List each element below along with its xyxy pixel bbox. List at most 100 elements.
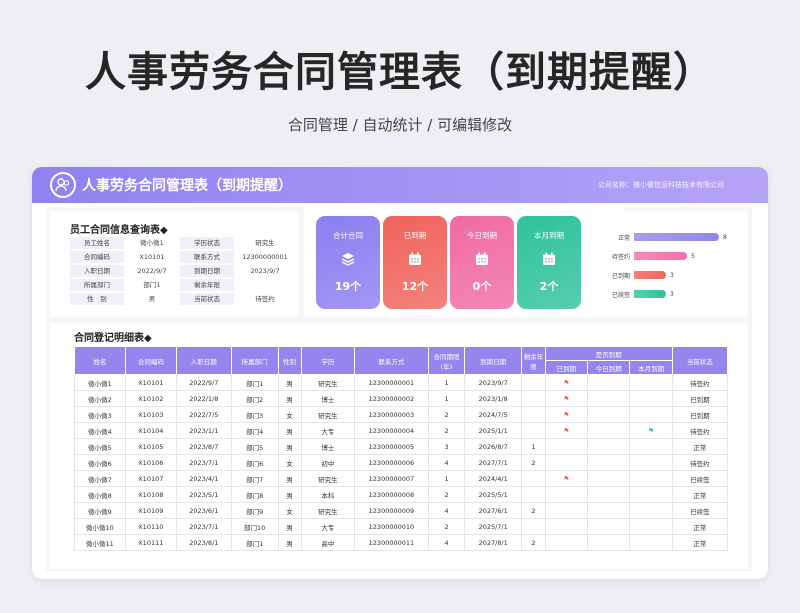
flag-icon: ⚑	[563, 378, 570, 387]
table-cell	[521, 486, 546, 503]
table-cell: 研究生	[300, 502, 355, 519]
table-header: 姓名	[74, 346, 126, 375]
table-cell	[586, 406, 631, 423]
kpi-label: 今日到期	[467, 231, 497, 240]
table-cell	[586, 502, 631, 519]
query-value: 微小微1	[140, 239, 164, 247]
table-cell: 微小微5	[74, 438, 126, 455]
table-cell	[586, 534, 631, 551]
table-cell: 微小微3	[74, 406, 126, 423]
status-bar-label: 待签约	[611, 253, 630, 261]
calendar-icon	[383, 251, 447, 270]
table-cell: 男	[277, 470, 302, 487]
table-cell: 部门1	[230, 374, 279, 391]
kpi-value: 19个	[334, 280, 362, 293]
table-cell	[629, 502, 673, 519]
query-label: 入职日期	[70, 265, 124, 277]
table-cell: 2025/5/1	[464, 486, 523, 503]
table-row: 微小微3 X10103 2022/7/5 部门3 女研究生 12300000003 2 202…	[74, 406, 729, 423]
table-header: 学历	[300, 346, 355, 375]
query-value	[234, 279, 296, 291]
kpi-label: 合计合同	[333, 231, 363, 240]
table-cell	[521, 390, 546, 407]
dashboard-header: 人事劳务合同管理表（到期提醒） 公司名称：微小微信息科技技术有限公司	[32, 167, 768, 203]
table-cell: 2023/7/1	[175, 518, 232, 535]
table-cell: X10111	[124, 534, 177, 551]
table-cell: 1	[521, 438, 546, 455]
table-cell: 男	[277, 438, 302, 455]
table-cell	[629, 454, 673, 471]
table-cell: 已到期	[671, 406, 729, 423]
flag-icon: ⚑	[563, 474, 570, 483]
table-cell	[586, 486, 631, 503]
table-cell: 2025/7/1	[464, 518, 523, 535]
table-cell: 12300000005	[353, 438, 430, 455]
query-label: 学历状态	[180, 237, 234, 249]
table-cell: 12300000003	[353, 406, 430, 423]
calendar-icon	[517, 251, 581, 270]
table-row: 微小微11 X10111 2023/8/1 部门1 男高中 12300000011 4 202…	[74, 534, 729, 551]
table-cell	[544, 438, 588, 455]
query-panel: 员工合同信息查询表◆ 员工姓名 微小微1 学历状态 研究生 合同编码 X10101 联系方式…	[50, 211, 298, 317]
table-cell	[586, 438, 631, 455]
table-cell	[629, 486, 673, 503]
query-grid: 员工姓名 微小微1 学历状态 研究生 合同编码 X10101 联系方式 12300000001…	[70, 237, 296, 305]
table-cell: 微小微8	[74, 486, 126, 503]
table-cell	[586, 454, 631, 471]
table-cell: 已续签	[671, 502, 729, 519]
kpi-card: 今日到期 0个	[450, 216, 514, 309]
table-cell	[544, 454, 588, 471]
query-label: 性 别	[70, 293, 124, 305]
stack-icon	[316, 251, 380, 270]
status-bar-value: 5	[691, 252, 695, 260]
table-cell	[544, 502, 588, 519]
table-cell: 12300000009	[353, 502, 430, 519]
table-cell	[586, 374, 631, 391]
kpi-label: 已到期	[403, 231, 427, 240]
table-cell: 2023/6/1	[175, 502, 232, 519]
table-cell	[586, 518, 631, 535]
table-subheader: 今日到期	[586, 360, 631, 375]
kpi-value: 2个	[539, 280, 559, 293]
dashboard-body: 员工合同信息查询表◆ 员工姓名 微小微1 学历状态 研究生 合同编码 X10101 联系方式…	[46, 207, 752, 572]
table-cell: 研究生	[300, 406, 355, 423]
company-name: 公司名称：微小微信息科技技术有限公司	[598, 181, 724, 189]
status-bar-value: 8	[723, 233, 727, 241]
table-header: 入职日期	[175, 346, 232, 375]
table-cell: 4	[428, 502, 466, 519]
table-cell: 2023/8/1	[175, 534, 232, 551]
table-row: 微小微1 X10101 2022/9/7 部门1 男研究生 12300000001 1 202…	[74, 374, 729, 391]
query-value: 12300000001	[242, 253, 288, 261]
table-cell: 正常	[671, 534, 729, 551]
table-cell: 男	[277, 422, 302, 439]
table-cell: 研究生	[300, 374, 355, 391]
table-cell	[586, 390, 631, 407]
kpi-card: 合计合同 19个	[316, 216, 380, 309]
table-cell: X10108	[124, 486, 177, 503]
table-subheader: 本月到期	[629, 360, 673, 375]
table-cell: 部门8	[230, 486, 279, 503]
table-cell: 部门7	[230, 470, 279, 487]
table-cell: 女	[277, 454, 302, 471]
table-row: 微小微5 X10105 2023/8/7 部门5 男博士 12300000005 3 2026…	[74, 438, 729, 455]
table-cell: X10101	[124, 374, 177, 391]
table-cell: X10107	[124, 470, 177, 487]
table-subheader: 已到期	[544, 360, 588, 375]
table-cell: ⚑	[629, 422, 673, 439]
dashboard-title: 人事劳务合同管理表（到期提醒）	[82, 178, 292, 194]
table-cell	[521, 518, 546, 535]
table-cell: 男	[277, 390, 302, 407]
calendar-icon	[450, 251, 514, 270]
table-cell: 微小微7	[74, 470, 126, 487]
table-cell: 待签约	[671, 374, 729, 391]
table-cell: 部门9	[230, 502, 279, 519]
kpi-card: 本月到期 2个	[517, 216, 581, 309]
table-cell: 女	[277, 502, 302, 519]
query-label: 当前状态	[180, 293, 234, 305]
contract-table: 姓名 合同编码 入职日期 所属部门 性别 学历 联系方式 合同期限(年) 到期日期 剩余年限 是否到…	[74, 346, 729, 551]
table-cell: 研究生	[300, 470, 355, 487]
table-row: 微小微10 X10110 2023/7/1 部门10 男大专 12300000010 2 20…	[74, 518, 729, 535]
table-cell: X10103	[124, 406, 177, 423]
table-cell	[629, 534, 673, 551]
table-cell: 微小微6	[74, 454, 126, 471]
